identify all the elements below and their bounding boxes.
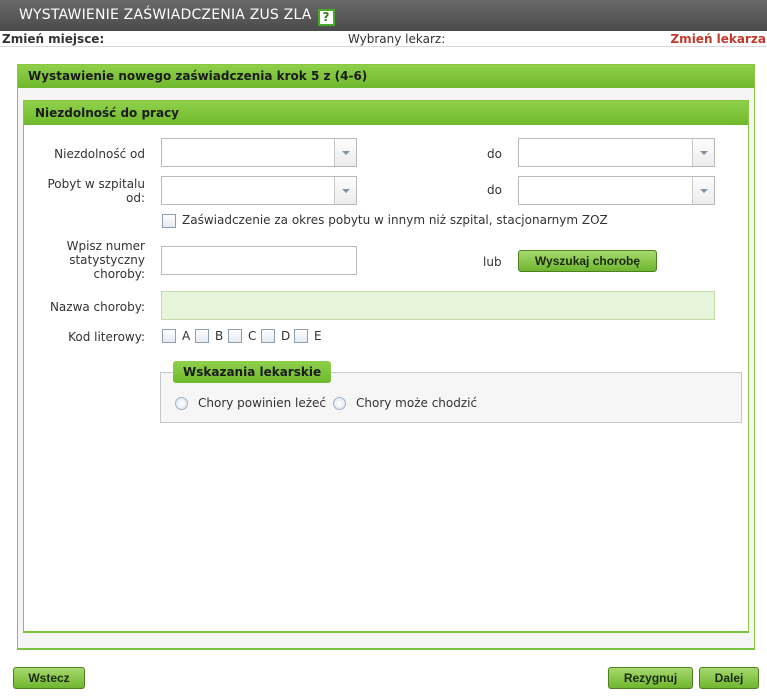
- change-place-link[interactable]: Zmień miejsce:: [2, 31, 104, 47]
- incapacity-to-combo[interactable]: [518, 138, 715, 167]
- incapacity-from-label: Niezdolność od: [54, 147, 145, 161]
- must-lie-radio[interactable]: [175, 397, 188, 410]
- disease-name-label: Nazwa choroby:: [49, 300, 145, 314]
- letter-code-b-checkbox[interactable]: [195, 329, 209, 343]
- can-walk-radio[interactable]: [333, 397, 346, 410]
- letter-code-e-checkbox[interactable]: [294, 329, 308, 343]
- chevron-down-icon[interactable]: [692, 139, 714, 166]
- letter-code-c-checkbox[interactable]: [228, 329, 242, 343]
- info-bar: Zmień miejsce: Wybrany lekarz: Zmień lek…: [0, 31, 767, 47]
- disease-number-input[interactable]: [161, 246, 357, 275]
- other-zoz-checkbox[interactable]: [162, 214, 176, 228]
- can-walk-label: Chory może chodzić: [356, 396, 478, 410]
- incapacity-from-combo[interactable]: [161, 138, 357, 167]
- letter-code-d-label: D: [281, 329, 291, 343]
- change-doctor-link[interactable]: Zmień lekarza: [670, 31, 766, 47]
- next-button[interactable]: Dalej: [699, 667, 759, 689]
- must-lie-label: Chory powinien leżeć: [198, 396, 327, 410]
- letter-code-d-checkbox[interactable]: [261, 329, 275, 343]
- back-button[interactable]: Wstecz: [13, 667, 85, 689]
- incapacity-to-label: do: [487, 147, 502, 161]
- chevron-down-icon[interactable]: [334, 139, 356, 166]
- hospital-to-label: do: [487, 183, 502, 197]
- letter-code-b-label: B: [215, 329, 224, 343]
- cancel-button[interactable]: Rezygnuj: [608, 667, 693, 689]
- hospital-from-combo[interactable]: [161, 176, 357, 205]
- search-disease-button[interactable]: Wyszukaj chorobę: [518, 250, 657, 272]
- chevron-down-icon[interactable]: [692, 177, 714, 204]
- letter-code-c-label: C: [248, 329, 257, 343]
- step-header: Wystawienie nowego zaświadczenia krok 5 …: [18, 65, 754, 88]
- incapacity-header: Niezdolność do pracy: [24, 101, 748, 125]
- hospital-to-combo[interactable]: [518, 176, 715, 205]
- letter-code-label: Kod literowy:: [68, 330, 145, 344]
- chevron-down-icon[interactable]: [334, 177, 356, 204]
- help-icon[interactable]: ?: [317, 9, 335, 26]
- letter-code-a-checkbox[interactable]: [162, 329, 176, 343]
- hospital-from-label: Pobyt w szpitalu od:: [47, 177, 145, 205]
- indications-legend: Wskazania lekarskie: [173, 361, 332, 383]
- letter-code-a-label: A: [182, 329, 191, 343]
- page-title: WYSTAWIENIE ZAŚWIADCZENIA ZUS ZLA: [19, 7, 312, 23]
- selected-doctor-label: Wybrany lekarz:: [348, 32, 446, 46]
- disease-name-field: [161, 291, 715, 320]
- letter-code-e-label: E: [314, 329, 322, 343]
- window-title-bar: WYSTAWIENIE ZAŚWIADCZENIA ZUS ZLA?: [0, 0, 767, 31]
- or-label: lub: [483, 255, 502, 269]
- other-zoz-checkbox-label: Zaświadczenie za okres pobytu w innym ni…: [182, 213, 608, 227]
- disease-number-label: Wpisz numer statystyczny choroby:: [66, 239, 145, 281]
